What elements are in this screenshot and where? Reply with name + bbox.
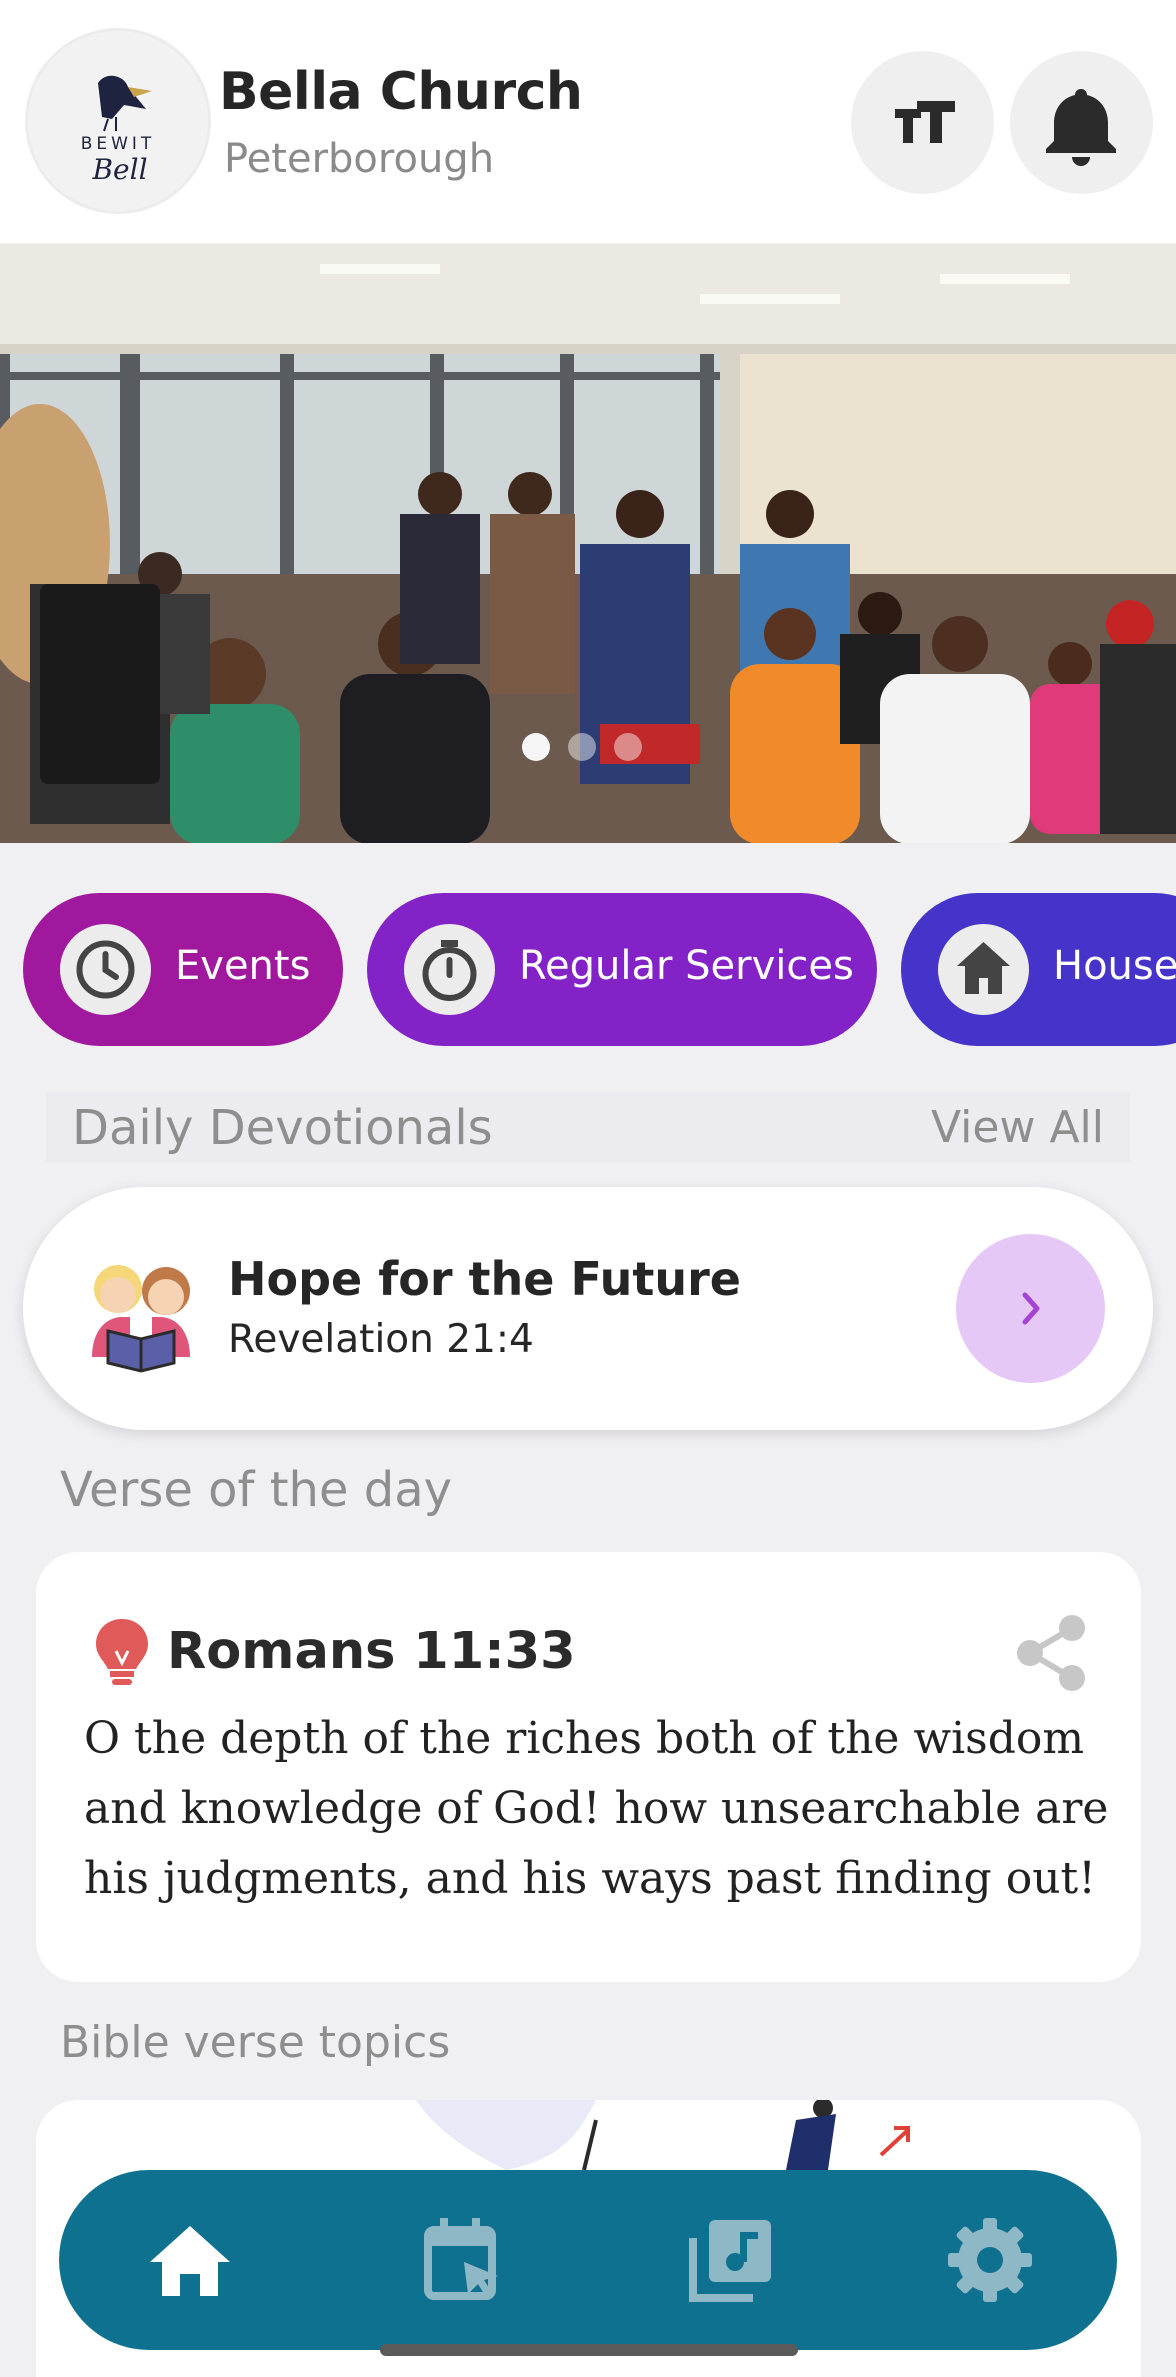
regular-services-button[interactable]: Regular Services [367,893,877,1046]
reading-couple-icon [92,1265,190,1373]
nav-media[interactable] [679,2210,779,2310]
regular-services-label: Regular Services [519,943,854,989]
font-size-button[interactable] [851,51,994,194]
nav-home[interactable] [140,2210,240,2310]
logo-wordmark-top: BEWIT [81,134,156,154]
logo-wordmark-bottom: Bell [91,153,147,186]
notifications-button[interactable] [1010,51,1153,194]
bottom-navigation [59,2170,1117,2350]
carousel-dot[interactable] [614,733,642,761]
category-scroller[interactable]: Events Regular Services House [0,880,1176,1060]
devotional-card[interactable]: Hope for the Future Revelation 21:4 [23,1187,1153,1430]
devotional-title: Hope for the Future [228,1252,742,1306]
stopwatch-icon [404,924,495,1015]
verse-text: O the depth of the riches both of the wi… [84,1713,1109,1904]
carousel-dot[interactable] [568,733,596,761]
clock-icon [60,924,151,1015]
home-icon [150,2226,230,2296]
nav-settings[interactable] [940,2210,1040,2310]
lightbulb-icon [96,1619,148,1685]
church-logo: BEWIT Bell [25,28,211,214]
text-size-icon [895,101,955,143]
devotionals-title: Daily Devotionals [72,1100,493,1156]
verse-of-day-title: Verse of the day [60,1462,453,1518]
app-header: BEWIT Bell Bella Church Peterborough [0,0,1176,243]
house-button[interactable]: House [901,893,1176,1046]
open-devotional-button[interactable] [956,1234,1105,1383]
chevron-right-icon [1022,1292,1040,1325]
settings-icon [948,2218,1032,2302]
house-label: House [1053,943,1176,989]
view-all-link[interactable]: View All [931,1102,1104,1153]
media-library-icon [689,2220,771,2302]
events-label: Events [175,943,311,989]
share-icon[interactable] [1006,1608,1096,1698]
home-indicator[interactable] [380,2344,798,2356]
carousel-indicator [522,733,642,761]
calendar-icon [424,2218,498,2300]
house-icon [938,924,1029,1015]
church-location: Peterborough [224,136,495,182]
nav-calendar[interactable] [414,2210,514,2310]
devotional-reference: Revelation 21:4 [228,1317,534,1362]
verse-reference: Romans 11:33 [167,1622,576,1681]
verse-card: Romans 11:33 O the depth of the riches b… [36,1552,1141,1982]
church-name: Bella Church [219,62,583,122]
carousel-dot[interactable] [522,733,550,761]
topics-title: Bible verse topics [60,2017,451,2068]
devotionals-header: Daily Devotionals View All [46,1092,1130,1162]
bell-icon [1046,89,1116,166]
events-button[interactable]: Events [23,893,343,1046]
